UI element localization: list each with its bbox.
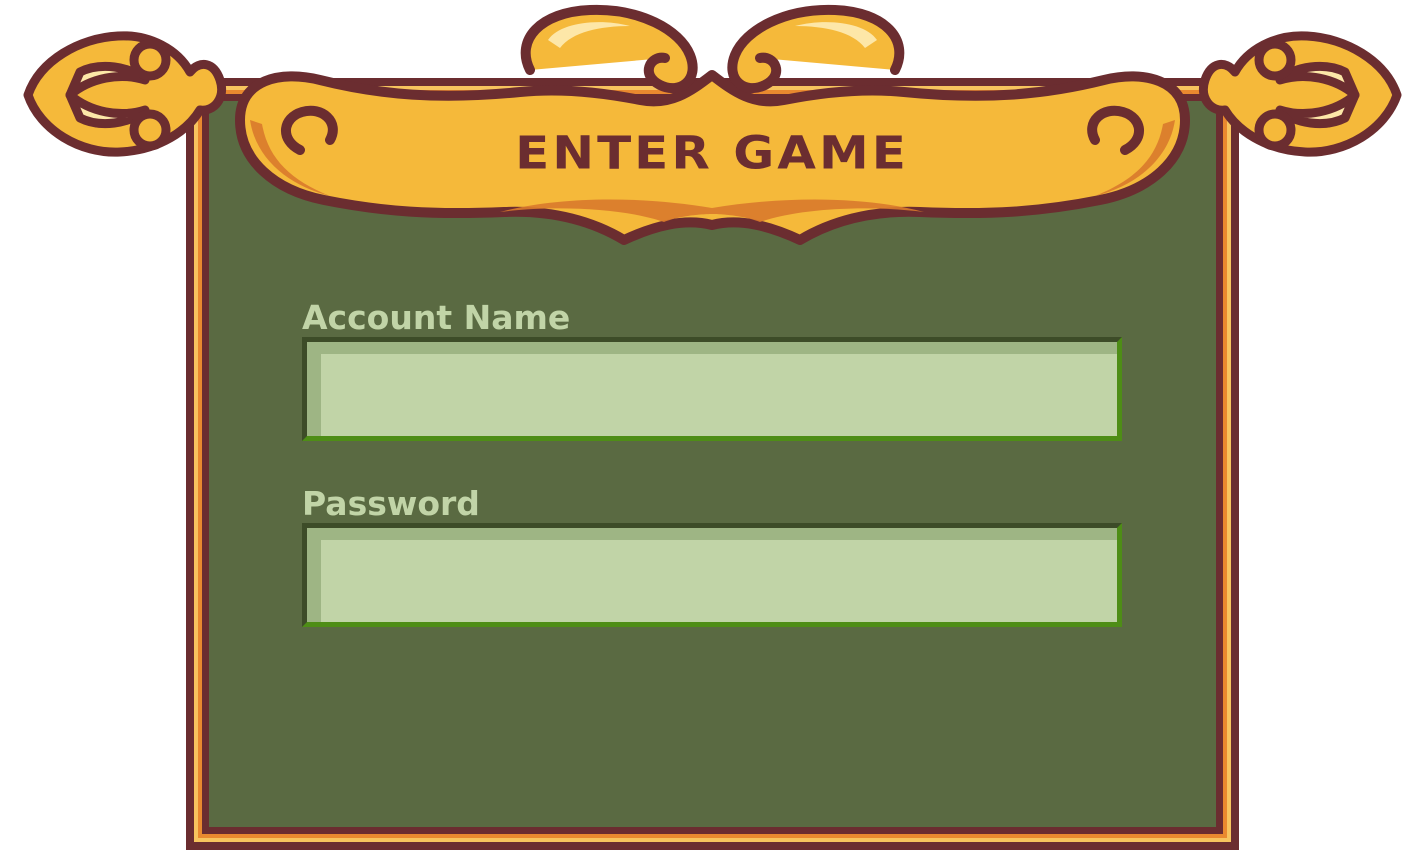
account-name-input[interactable] (331, 362, 1091, 418)
password-input[interactable] (331, 548, 1091, 604)
account-name-label: Account Name (302, 298, 571, 337)
dialog-title: ENTER GAME (515, 126, 909, 180)
password-field[interactable] (302, 523, 1122, 627)
password-label: Password (302, 484, 480, 523)
fleur-ornament-icon (23, 31, 226, 157)
fleur-ornament-icon (1199, 31, 1402, 157)
account-name-field[interactable] (302, 337, 1122, 441)
